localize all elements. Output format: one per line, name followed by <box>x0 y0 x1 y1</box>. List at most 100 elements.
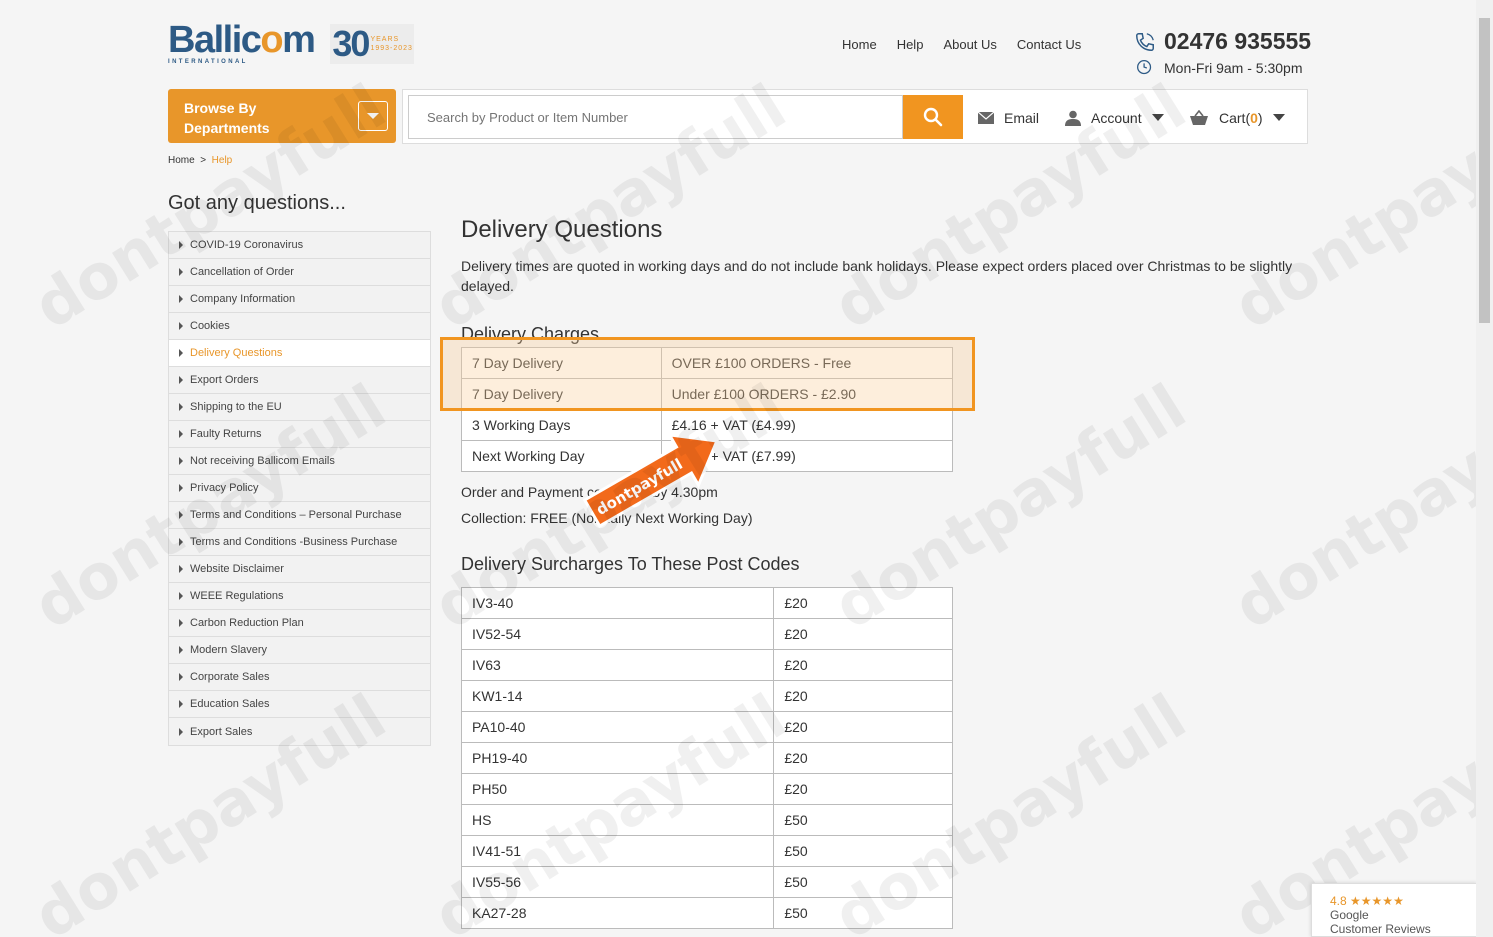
caret-right-icon <box>179 700 183 708</box>
breadcrumb-home[interactable]: Home <box>168 155 195 166</box>
sidebar-item[interactable]: Education Sales <box>169 691 430 718</box>
sidebar-item[interactable]: Carbon Reduction Plan <box>169 610 430 637</box>
nav-home[interactable]: Home <box>842 37 877 52</box>
table-cell: IV3-40 <box>460 587 775 619</box>
sidebar-item[interactable]: Terms and Conditions -Business Purchase <box>169 529 430 556</box>
sidebar-item[interactable]: Delivery Questions <box>169 340 430 367</box>
breadcrumb-current[interactable]: Help <box>212 155 233 166</box>
sidebar-item-label: Carbon Reduction Plan <box>190 617 304 629</box>
sidebar-item[interactable]: Export Sales <box>169 718 430 745</box>
sidebar-item-label: Terms and Conditions -Business Purchase <box>190 536 398 548</box>
scrollbar-thumb[interactable] <box>1479 18 1490 323</box>
sidebar-item[interactable]: Cookies <box>169 313 430 340</box>
table-row: KA27-28 £50 <box>460 897 953 929</box>
caret-down-icon <box>1272 114 1285 121</box>
breadcrumb-separator: > <box>200 155 207 166</box>
table-cell: £20 <box>773 649 953 681</box>
table-cell: £20 <box>773 742 953 774</box>
account-menu[interactable]: Account <box>1065 90 1164 145</box>
caret-right-icon <box>179 538 183 546</box>
table-row: PH50 £20 <box>460 773 953 805</box>
nav-contact-us[interactable]: Contact Us <box>1017 37 1081 52</box>
sidebar-item[interactable]: COVID-19 Coronavirus <box>169 232 430 259</box>
table-cell: PH19-40 <box>460 742 775 774</box>
browse-departments-label: Browse By Departments <box>184 100 270 136</box>
google-reviews-badge[interactable]: 4.8 ★★★★★ Google Customer Reviews <box>1311 883 1477 937</box>
caret-right-icon <box>179 403 183 411</box>
table-cell: IV63 <box>460 649 775 681</box>
sidebar-item-label: Delivery Questions <box>190 347 283 359</box>
cart-menu[interactable]: Cart(0) <box>1189 90 1285 145</box>
table-cell: £50 <box>773 897 953 929</box>
sidebar-item[interactable]: Corporate Sales <box>169 664 430 691</box>
sidebar-title: Got any questions... <box>168 192 346 214</box>
sidebar-item[interactable]: WEEE Regulations <box>169 583 430 610</box>
phone-icon <box>1136 32 1154 51</box>
opening-hours: Mon-Fri 9am - 5:30pm <box>1164 60 1303 76</box>
table-cell: £20 <box>773 680 953 712</box>
phone-number[interactable]: 02476 935555 <box>1164 28 1311 55</box>
sidebar-item[interactable]: Website Disclaimer <box>169 556 430 583</box>
sidebar-item-label: Website Disclaimer <box>190 563 284 575</box>
caret-right-icon <box>179 430 183 438</box>
table-cell: £20 <box>773 773 953 805</box>
postcode-surcharges-table: IV3-40 £20 IV52-54 £20 IV63 £20 KW1-14 £20 PA10-… <box>460 587 953 929</box>
table-row: IV55-56 £50 <box>460 866 953 898</box>
sidebar-item[interactable]: Not receiving Ballicom Emails <box>169 448 430 475</box>
table-row: IV3-40 £20 <box>460 587 953 619</box>
sidebar-item-label: WEEE Regulations <box>190 590 284 602</box>
sidebar-item[interactable]: Privacy Policy <box>169 475 430 502</box>
caret-right-icon <box>179 619 183 627</box>
nav-help[interactable]: Help <box>897 37 924 52</box>
sidebar-item[interactable]: Faulty Returns <box>169 421 430 448</box>
sidebar-item[interactable]: Export Orders <box>169 367 430 394</box>
email-label: Email <box>1004 109 1040 126</box>
caret-right-icon <box>179 511 183 519</box>
breadcrumb: Home > Help <box>168 155 232 166</box>
sidebar-item-label: Cancellation of Order <box>190 266 294 278</box>
sidebar-item[interactable]: Company Information <box>169 286 430 313</box>
search-button[interactable] <box>903 95 963 139</box>
sidebar-item[interactable]: Cancellation of Order <box>169 259 430 286</box>
table-cell: £50 <box>773 866 953 898</box>
basket-icon <box>1190 109 1208 125</box>
table-cell: KA27-28 <box>460 897 775 929</box>
email-link[interactable]: Email <box>978 90 1039 145</box>
logo-wordmark: Ballicom <box>168 19 316 61</box>
sidebar-item-label: Export Orders <box>190 374 259 386</box>
sidebar-item-label: Shipping to the EU <box>190 401 282 413</box>
table-row: HS £50 <box>460 804 953 836</box>
page-scrollbar[interactable] <box>1476 0 1493 937</box>
envelope-icon <box>978 111 994 124</box>
caret-right-icon <box>179 268 183 276</box>
table-cell: PA10-40 <box>460 711 775 743</box>
cart-count: 0 <box>1250 109 1258 126</box>
table-row: KW1-14 £20 <box>460 680 953 712</box>
sidebar-item-label: Terms and Conditions – Personal Purchase <box>190 509 402 521</box>
caret-right-icon <box>179 295 183 303</box>
sidebar-item[interactable]: Modern Slavery <box>169 637 430 664</box>
cart-label: Cart(0) <box>1219 109 1263 126</box>
caret-right-icon <box>179 484 183 492</box>
table-cell: £50 <box>773 804 953 836</box>
table-row: IV41-51 £50 <box>460 835 953 867</box>
search-box <box>408 95 903 139</box>
nav-about-us[interactable]: About Us <box>943 37 996 52</box>
caret-right-icon <box>179 322 183 330</box>
arrow-callout: dontpayfull <box>582 433 720 529</box>
sidebar-item[interactable]: Shipping to the EU <box>169 394 430 421</box>
review-rating: 4.8 ★★★★★ <box>1330 894 1404 908</box>
search-icon <box>923 107 943 127</box>
browse-departments-button[interactable]: Browse By Departments <box>168 89 396 143</box>
sidebar-item-label: Cookies <box>190 320 230 332</box>
search-input[interactable] <box>409 96 902 138</box>
sidebar-item-label: Export Sales <box>190 725 253 738</box>
sidebar-item-label: Education Sales <box>190 698 270 710</box>
chevron-down-icon <box>358 101 388 131</box>
brand-logo[interactable]: Ballicom INTERNATIONAL 30 YEARS 1993-2023 <box>168 19 415 65</box>
sidebar-item-label: Not receiving Ballicom Emails <box>190 455 335 467</box>
caret-right-icon <box>179 241 183 249</box>
caret-right-icon <box>179 646 183 654</box>
sidebar-item[interactable]: Terms and Conditions – Personal Purchase <box>169 502 430 529</box>
caret-right-icon <box>179 349 183 357</box>
